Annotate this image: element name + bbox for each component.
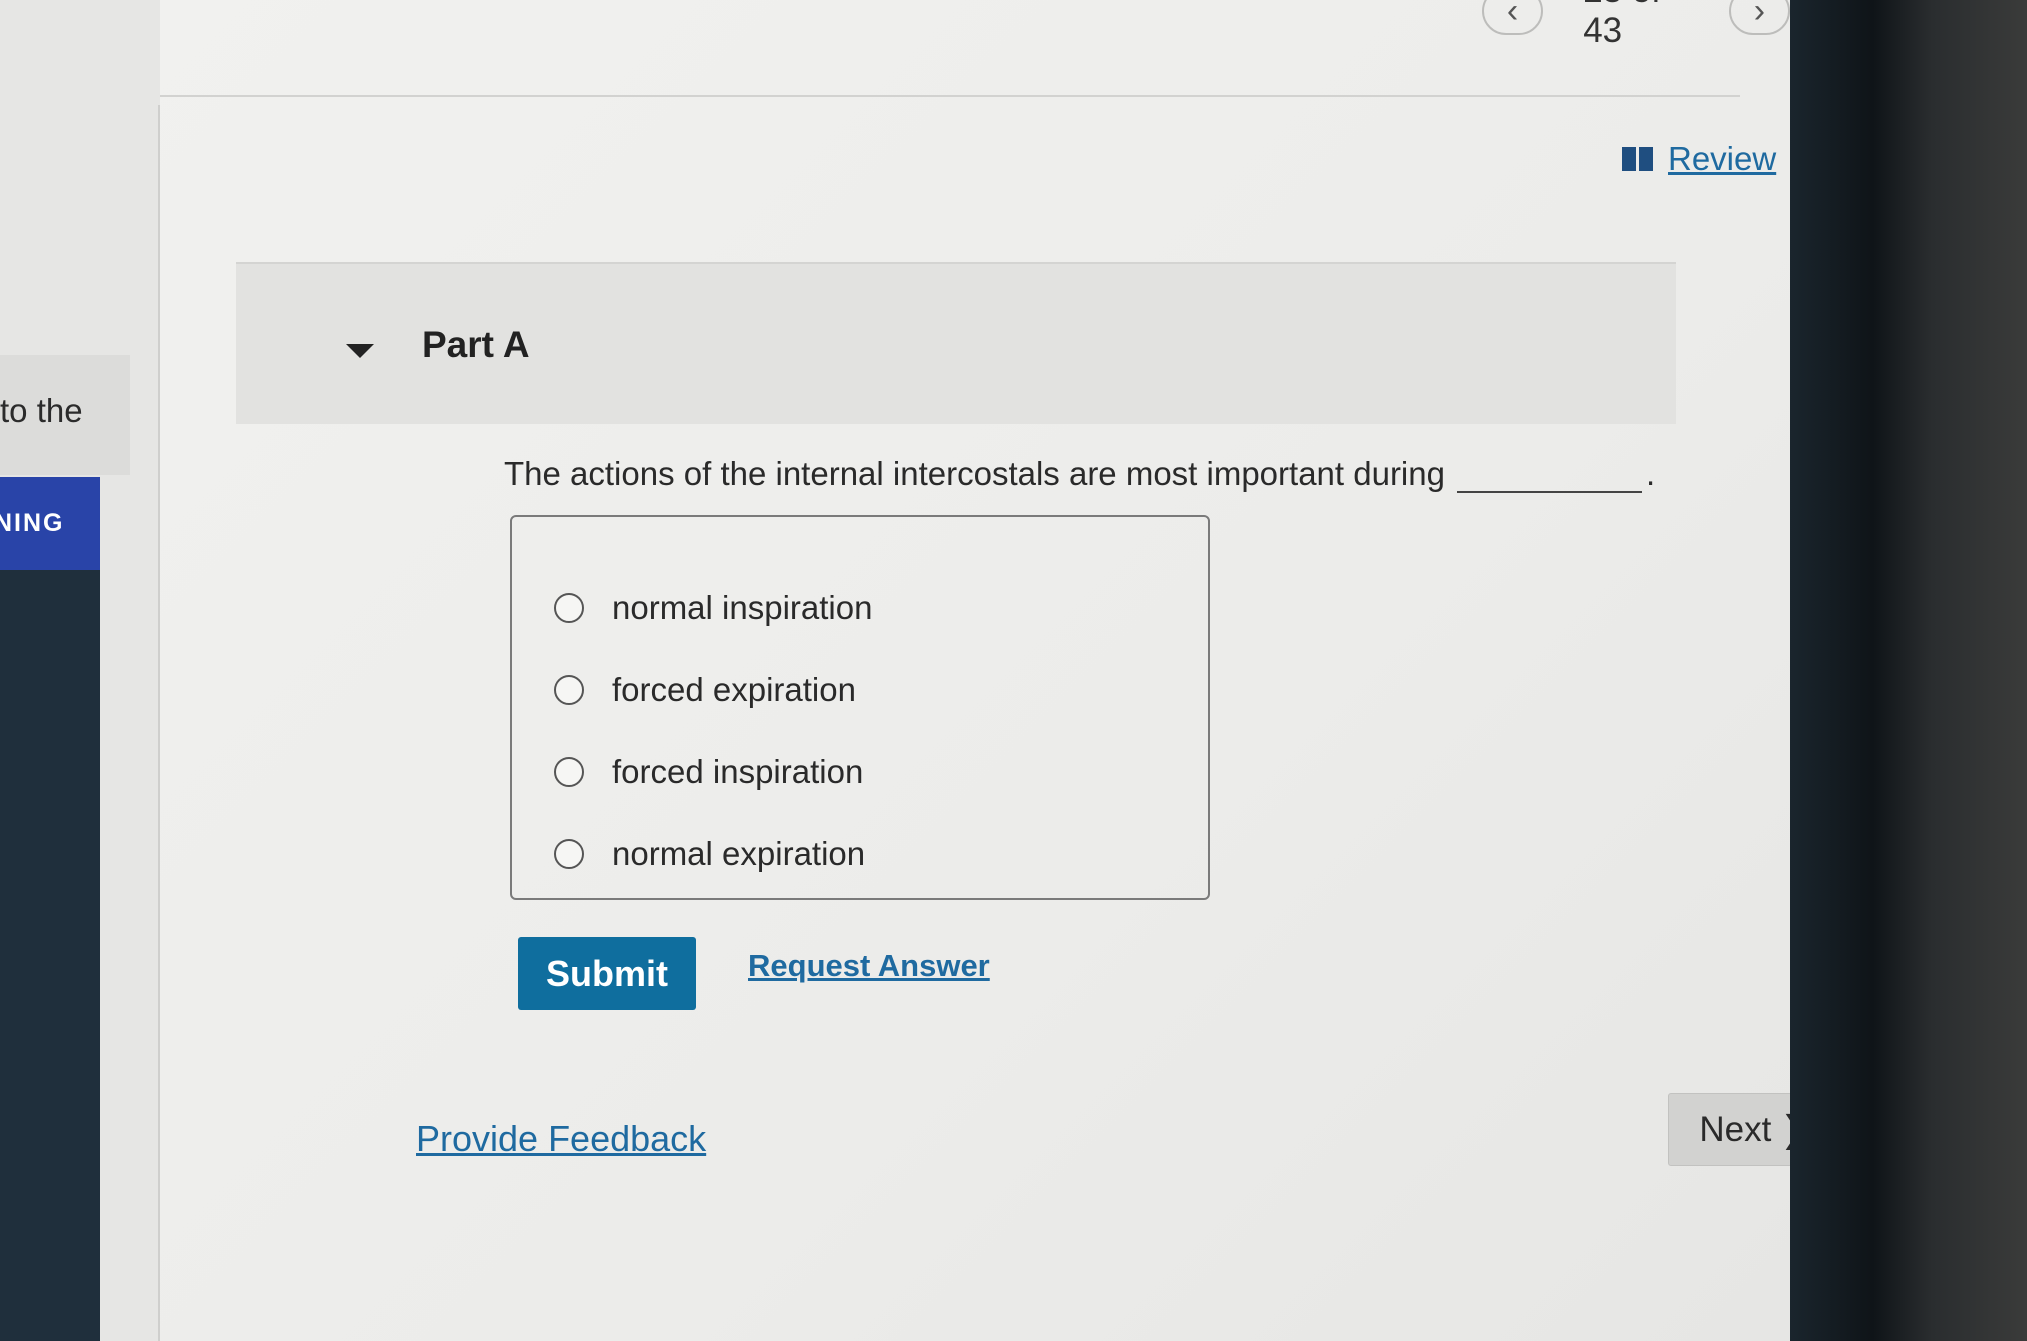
divider (160, 95, 1740, 97)
next-item-button[interactable]: › (1728, 0, 1790, 35)
option-label: normal expiration (612, 835, 866, 872)
monitor-bezel (1790, 0, 2027, 1341)
next-label: Next (1699, 1109, 1772, 1149)
main-panel: ‹ 28 of 43 › Review Part A The actions o… (160, 0, 1842, 1341)
background-partial-text: to the (0, 392, 83, 429)
provide-feedback-link[interactable]: Provide Feedback (416, 1118, 706, 1160)
option-forced-inspiration[interactable]: forced inspiration (512, 731, 1208, 813)
background-banner: NING (0, 477, 100, 570)
caret-down-icon[interactable] (346, 344, 374, 358)
submit-button[interactable]: Submit (518, 937, 696, 1010)
option-label: forced expiration (612, 671, 856, 708)
question-prompt: The actions of the internal intercostals… (504, 455, 1445, 492)
item-counter: 28 of 43 (1583, 0, 1661, 50)
part-header[interactable]: Part A (236, 262, 1676, 424)
answer-options: normal inspiration forced expiration for… (510, 515, 1210, 900)
request-answer-link[interactable]: Request Answer (748, 948, 990, 984)
pagination: ‹ 28 of 43 › (1482, 0, 1790, 50)
question-text: The actions of the internal intercostals… (504, 455, 1655, 493)
option-label: forced inspiration (612, 753, 864, 790)
background-banner-text: NING (0, 509, 65, 537)
chevron-left-icon: ‹ (1506, 0, 1519, 30)
part-title: Part A (422, 324, 530, 365)
radio-button[interactable] (554, 839, 584, 869)
chevron-right-icon: › (1753, 0, 1766, 30)
option-normal-inspiration[interactable]: normal inspiration (512, 567, 1208, 649)
book-icon (1622, 147, 1654, 171)
option-label: normal inspiration (612, 589, 873, 626)
previous-item-button[interactable]: ‹ (1482, 0, 1544, 35)
radio-button[interactable] (554, 757, 584, 787)
option-forced-expiration[interactable]: forced expiration (512, 649, 1208, 731)
question-terminal: . (1645, 455, 1656, 492)
background-dark-panel (0, 570, 100, 1341)
radio-button[interactable] (554, 675, 584, 705)
answer-blank (1456, 461, 1642, 493)
option-normal-expiration[interactable]: normal expiration (512, 813, 1208, 895)
radio-button[interactable] (554, 593, 584, 623)
review-link[interactable]: Review (1622, 140, 1776, 178)
review-label: Review (1668, 140, 1777, 177)
